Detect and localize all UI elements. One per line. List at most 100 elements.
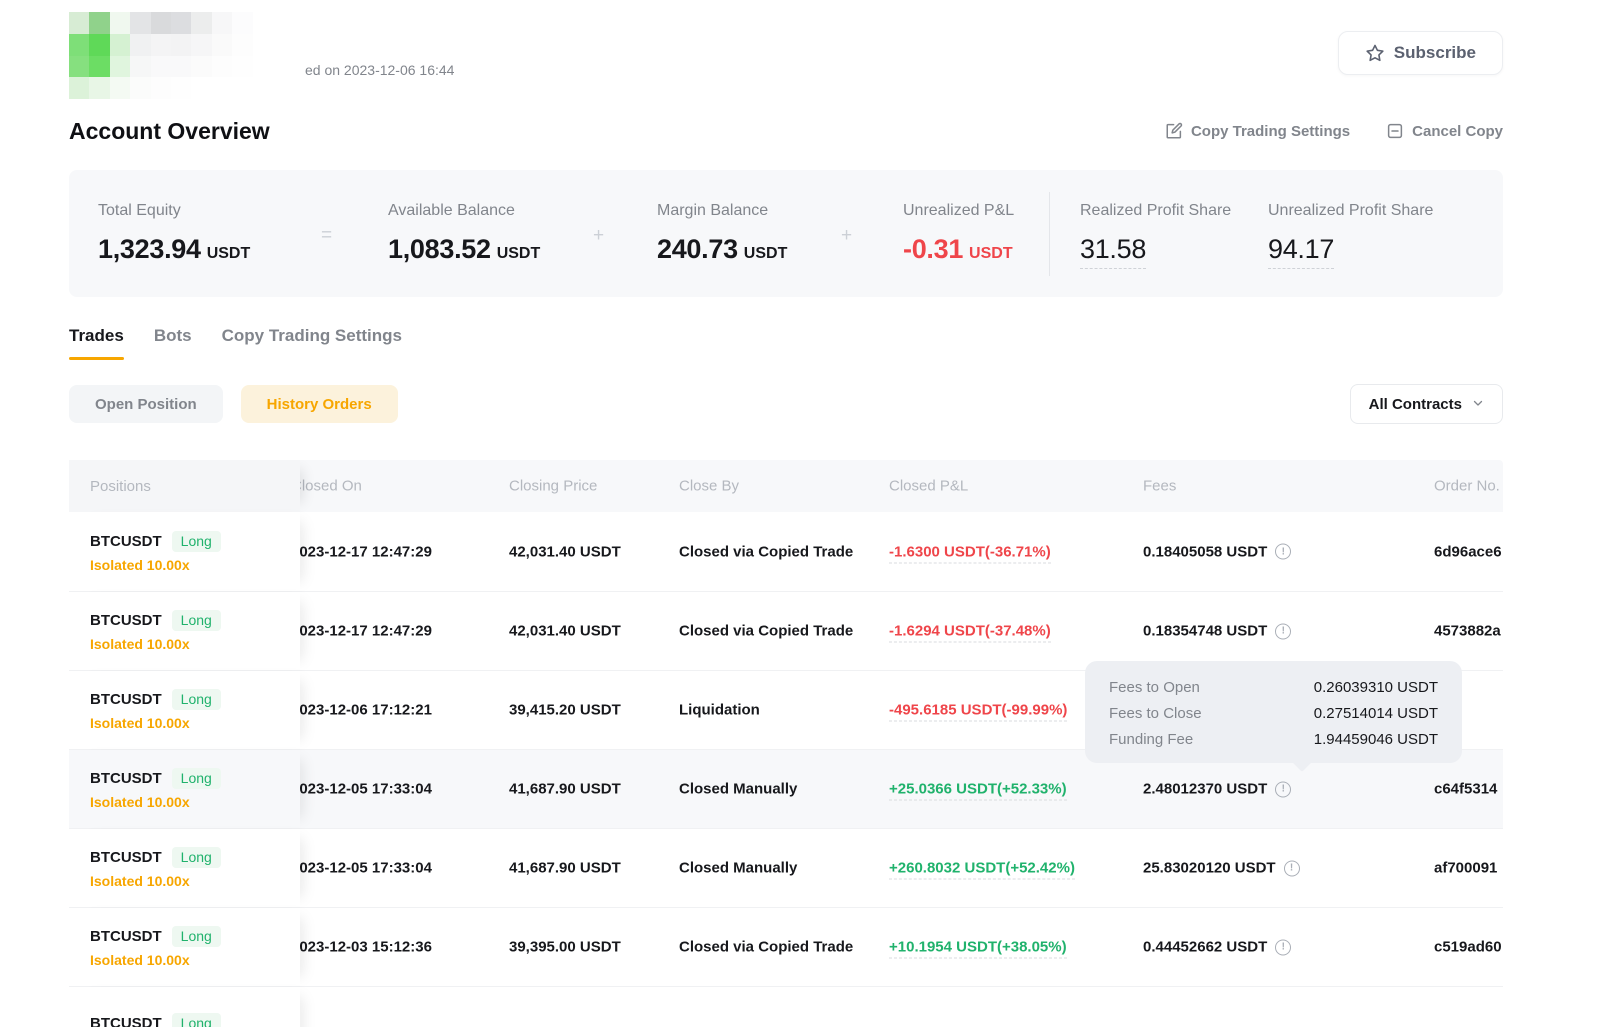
stats-divider bbox=[1049, 192, 1050, 276]
closed-on-cell: 2023-12-17 12:47:29 bbox=[291, 623, 432, 640]
fees-cell: 0.44452662 USDT ! bbox=[1143, 939, 1291, 956]
fees-to-close-value: 0.27514014 USDT bbox=[1314, 705, 1438, 722]
closed-on-cell: 2023-12-05 17:33:04 bbox=[291, 781, 432, 798]
close-by-cell: Closed via Copied Trade bbox=[679, 543, 853, 560]
table-header-row: Closed On Closing Price Close By Closed … bbox=[69, 460, 1503, 512]
side-badge: Long bbox=[172, 610, 221, 631]
funding-fee-value: 1.94459046 USDT bbox=[1314, 731, 1438, 748]
cancel-copy-button[interactable]: Cancel Copy bbox=[1386, 122, 1503, 140]
position-symbol: BTCUSDT bbox=[90, 849, 162, 866]
copy-trading-settings-button[interactable]: Copy Trading Settings bbox=[1165, 122, 1350, 140]
table-row[interactable]: 2023-12-03 15:12:36 39,395.00 USDT Close… bbox=[69, 907, 1503, 986]
chevron-down-icon bbox=[1472, 396, 1484, 413]
account-stats-bar: Total Equity 1,323.94USDT = Available Ba… bbox=[69, 170, 1503, 297]
order-no-cell: 6d96ace6 bbox=[1434, 543, 1502, 560]
closed-pnl-cell: +25.0366 USDT(+52.33%) bbox=[889, 781, 1067, 798]
position-cell: BTCUSDT Long Isolated 10.00x bbox=[69, 592, 300, 670]
col-order-no: Order No. bbox=[1434, 478, 1500, 495]
closing-price-cell: 39,415.20 USDT bbox=[509, 702, 621, 719]
position-symbol: BTCUSDT bbox=[90, 533, 162, 550]
copy-trading-settings-label: Copy Trading Settings bbox=[1191, 123, 1350, 140]
equals-separator: = bbox=[321, 225, 332, 247]
tab-copy-trading-settings[interactable]: Copy Trading Settings bbox=[222, 326, 402, 360]
trader-avatar-blurred bbox=[69, 12, 273, 99]
closed-pnl-cell: +10.1954 USDT(+38.05%) bbox=[889, 939, 1067, 956]
close-by-cell: Liquidation bbox=[679, 702, 760, 719]
closed-on-cell: 2023-12-17 12:47:29 bbox=[291, 543, 432, 560]
closed-pnl-cell: +260.8032 USDT(+52.42%) bbox=[889, 860, 1075, 877]
fees-info-icon[interactable]: ! bbox=[1275, 623, 1291, 639]
side-badge: Long bbox=[172, 926, 221, 947]
tab-bots[interactable]: Bots bbox=[154, 326, 192, 360]
fees-value: 25.83020120 USDT bbox=[1143, 860, 1276, 877]
position-symbol: BTCUSDT bbox=[90, 612, 162, 629]
table-row[interactable]: ! BTCUSDT Long bbox=[69, 986, 1503, 1027]
fees-info-icon[interactable]: ! bbox=[1275, 781, 1291, 797]
position-cell: BTCUSDT Long Isolated 10.00x bbox=[69, 512, 300, 591]
subscribe-label: Subscribe bbox=[1394, 43, 1476, 63]
fees-cell: 25.83020120 USDT ! bbox=[1143, 860, 1300, 877]
history-orders-button[interactable]: History Orders bbox=[241, 385, 398, 423]
closing-price-cell: 42,031.40 USDT bbox=[509, 543, 621, 560]
closing-price-cell: 42,031.40 USDT bbox=[509, 623, 621, 640]
position-margin: Isolated 10.00x bbox=[90, 636, 300, 652]
closed-pnl-value: -495.6185 USDT(-99.99%) bbox=[889, 702, 1067, 722]
side-badge: Long bbox=[172, 531, 221, 552]
position-margin: Isolated 10.00x bbox=[90, 794, 300, 810]
table-row[interactable]: 2023-12-17 12:47:29 42,031.40 USDT Close… bbox=[69, 512, 1503, 591]
tabs: Trades Bots Copy Trading Settings bbox=[69, 326, 402, 360]
fees-info-icon[interactable]: ! bbox=[1275, 544, 1291, 560]
all-contracts-dropdown[interactable]: All Contracts bbox=[1350, 384, 1503, 424]
position-margin: Isolated 10.00x bbox=[90, 557, 300, 573]
position-margin: Isolated 10.00x bbox=[90, 952, 300, 968]
plus-separator: + bbox=[593, 225, 604, 247]
fees-to-open-value: 0.26039310 USDT bbox=[1314, 679, 1438, 696]
col-fees: Fees bbox=[1143, 478, 1176, 495]
order-no-cell: 4573882a bbox=[1434, 623, 1501, 640]
close-by-cell: Closed via Copied Trade bbox=[679, 623, 853, 640]
closed-on-cell: 2023-12-06 17:12:21 bbox=[291, 702, 432, 719]
tooltip-row: Fees to Close 0.27514014 USDT bbox=[1109, 700, 1438, 726]
table-row[interactable]: 2023-12-17 12:47:29 42,031.40 USDT Close… bbox=[69, 591, 1503, 670]
col-closing-price: Closing Price bbox=[509, 478, 597, 495]
fees-value: 0.18354748 USDT bbox=[1143, 623, 1267, 640]
trade-filters: Open Position History Orders bbox=[69, 385, 398, 423]
closing-price-cell: 41,687.90 USDT bbox=[509, 781, 621, 798]
closed-on-cell: 2023-12-03 15:12:36 bbox=[291, 939, 432, 956]
open-position-button[interactable]: Open Position bbox=[69, 385, 223, 423]
closing-price-cell: 39,395.00 USDT bbox=[509, 939, 621, 956]
position-cell: BTCUSDT Long Isolated 10.00x bbox=[69, 671, 300, 749]
position-margin: Isolated 10.00x bbox=[90, 715, 300, 731]
position-symbol: BTCUSDT bbox=[90, 770, 162, 787]
position-cell: BTCUSDT Long bbox=[69, 987, 300, 1027]
closed-pnl-value: +10.1954 USDT(+38.05%) bbox=[889, 939, 1067, 959]
copy-trading-account-page: ed on 2023-12-06 16:44 Subscribe Account… bbox=[0, 0, 1600, 1027]
fees-to-open-label: Fees to Open bbox=[1109, 679, 1200, 696]
fees-to-close-label: Fees to Close bbox=[1109, 705, 1202, 722]
overview-actions: Copy Trading Settings Cancel Copy bbox=[1165, 122, 1503, 140]
order-no-cell: c519ad60 bbox=[1434, 939, 1502, 956]
subscribe-button[interactable]: Subscribe bbox=[1338, 31, 1503, 75]
plus-separator: + bbox=[841, 225, 852, 247]
position-cell: BTCUSDT Long Isolated 10.00x bbox=[69, 829, 300, 907]
table-row[interactable]: 2023-12-05 17:33:04 41,687.90 USDT Close… bbox=[69, 828, 1503, 907]
side-badge: Long bbox=[172, 689, 221, 710]
closed-pnl-value: -1.6294 USDT(-37.48%) bbox=[889, 623, 1051, 643]
closed-pnl-value: -1.6300 USDT(-36.71%) bbox=[889, 543, 1051, 563]
cancel-copy-label: Cancel Copy bbox=[1412, 123, 1503, 140]
closing-price-cell: 41,687.90 USDT bbox=[509, 860, 621, 877]
side-badge: Long bbox=[172, 768, 221, 789]
col-closed-pnl: Closed P&L bbox=[889, 478, 968, 495]
order-no-cell: af700091 bbox=[1434, 860, 1497, 877]
closed-pnl-value: +25.0366 USDT(+52.33%) bbox=[889, 781, 1067, 801]
fees-info-icon[interactable]: ! bbox=[1284, 860, 1300, 876]
close-by-cell: Closed via Copied Trade bbox=[679, 939, 853, 956]
position-symbol: BTCUSDT bbox=[90, 928, 162, 945]
fees-tooltip: Fees to Open 0.26039310 USDT Fees to Clo… bbox=[1085, 661, 1462, 763]
funding-fee-label: Funding Fee bbox=[1109, 731, 1193, 748]
tab-trades[interactable]: Trades bbox=[69, 326, 124, 360]
fees-value: 0.18405058 USDT bbox=[1143, 543, 1267, 560]
edit-icon bbox=[1165, 122, 1183, 140]
fees-info-icon[interactable]: ! bbox=[1275, 939, 1291, 955]
position-symbol: BTCUSDT bbox=[90, 691, 162, 708]
